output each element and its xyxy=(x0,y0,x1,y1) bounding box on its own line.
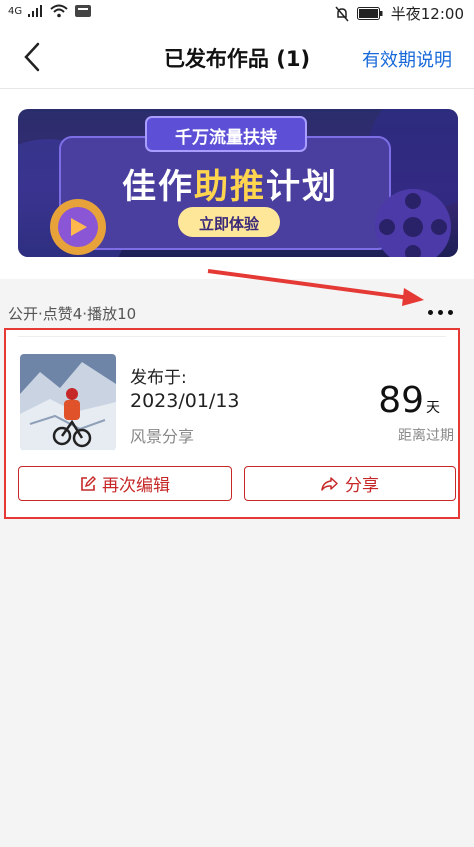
validity-info-link[interactable]: 有效期说明 xyxy=(362,46,452,72)
more-dot-icon xyxy=(438,310,443,315)
work-category: 风景分享 xyxy=(130,427,195,446)
work-stats: 公开·点赞4·播放10 xyxy=(8,305,137,323)
battery-icon xyxy=(356,7,383,20)
banner-tag: 千万流量扶持 xyxy=(175,128,277,148)
days-remaining: 89 天 xyxy=(378,380,440,421)
status-bar: 4G 半夜12:00 xyxy=(0,0,474,26)
wifi-icon xyxy=(50,4,68,18)
banner-cta-button[interactable]: 立即体验 xyxy=(178,213,280,234)
status-right: 半夜12:00 xyxy=(335,3,464,24)
share-button[interactable]: 分享 xyxy=(244,466,456,501)
nav-bar: 已发布作品 (1) 有效期说明 xyxy=(0,26,474,89)
banner-headline-part-2: 助推 xyxy=(194,167,266,207)
published-date: 2023/01/13 xyxy=(130,390,240,412)
more-dot-icon xyxy=(448,310,453,315)
edit-again-button[interactable]: 再次编辑 xyxy=(18,466,232,501)
share-label: 分享 xyxy=(345,476,379,496)
card-divider xyxy=(18,336,446,337)
app-notification-icon xyxy=(75,5,92,17)
days-number: 89 xyxy=(378,380,424,421)
edit-icon xyxy=(81,475,96,491)
edit-again-label: 再次编辑 xyxy=(102,476,170,496)
clock: 半夜12:00 xyxy=(390,5,464,23)
cyclist-snow-image xyxy=(20,354,116,450)
signal-icon xyxy=(28,5,43,17)
days-unit: 天 xyxy=(426,400,440,416)
share-arrow-icon xyxy=(321,476,338,491)
work-card[interactable]: 发布于: 2023/01/13 风景分享 89 天 距离过期 再次编辑 分享 xyxy=(4,328,460,519)
network-label: 4G xyxy=(8,5,23,17)
banner-section: 千万流量扶持 佳作助推计划 立即体验 xyxy=(0,89,474,279)
expire-caption: 距离过期 xyxy=(398,428,454,444)
banner-headline: 佳作助推计划 xyxy=(80,159,380,208)
banner-headline-part-3: 计划 xyxy=(266,167,338,207)
promo-banner[interactable]: 千万流量扶持 佳作助推计划 立即体验 xyxy=(18,109,458,257)
status-left: 4G xyxy=(8,4,92,18)
published-label: 发布于: xyxy=(130,368,187,388)
banner-headline-part-1: 佳作 xyxy=(122,167,194,207)
more-dot-icon xyxy=(428,310,433,315)
mute-bell-icon xyxy=(335,6,349,21)
more-options-button[interactable] xyxy=(426,302,456,322)
work-thumbnail[interactable] xyxy=(20,354,116,450)
